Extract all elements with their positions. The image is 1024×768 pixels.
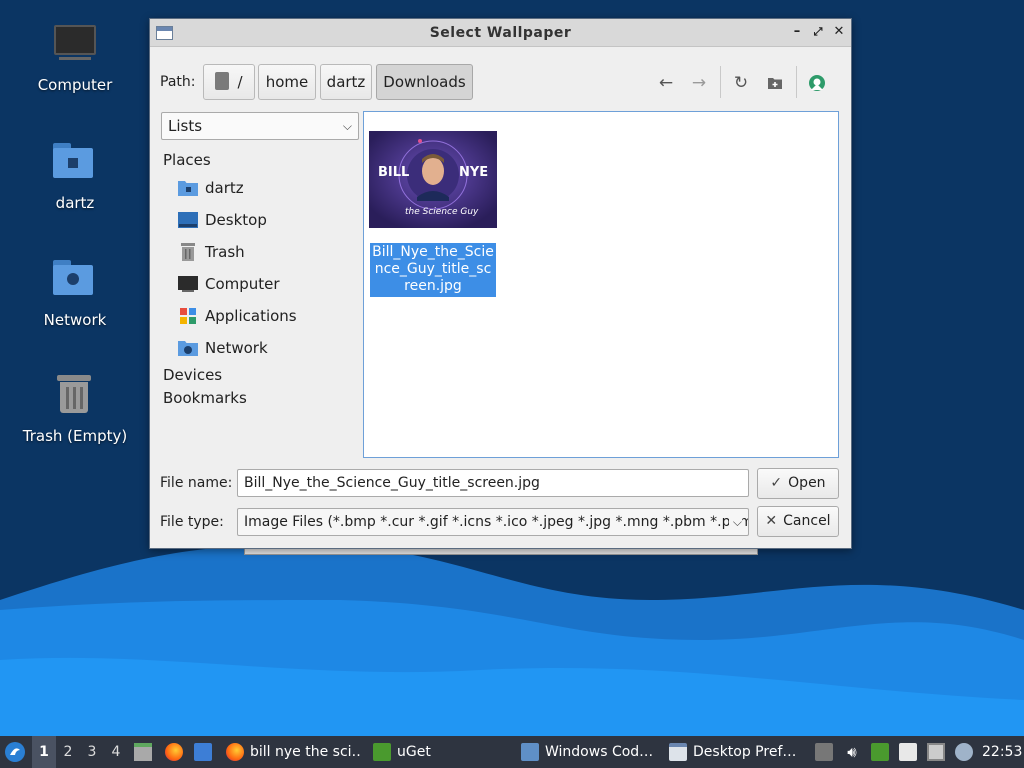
places-sidebar: Places dartz Desktop Trash Computer Appl…: [163, 149, 359, 410]
crumb-dartz[interactable]: dartz: [320, 64, 372, 100]
desktop-icon: [178, 212, 198, 228]
file-name-label[interactable]: Bill_Nye_the_Science_Guy_title_screen.jp…: [370, 243, 496, 297]
crumb-home[interactable]: home: [258, 64, 316, 100]
sidebar-item-desktop[interactable]: Desktop: [163, 204, 359, 236]
sidebar-item-label: Applications: [205, 307, 297, 325]
desktop-icon-label: Trash (Empty): [22, 427, 128, 445]
crumb-root[interactable]: /: [203, 64, 255, 100]
trash-icon: [51, 373, 99, 421]
trash-icon: [181, 243, 195, 261]
preview-icon[interactable]: [806, 72, 828, 94]
dialog-title: Select Wallpaper: [429, 25, 572, 41]
view-mode-select[interactable]: Lists ⌵: [161, 112, 359, 140]
close-icon[interactable]: ✕: [831, 24, 847, 40]
new-folder-icon[interactable]: [764, 72, 786, 94]
clipboard-icon[interactable]: [899, 743, 917, 761]
file-view[interactable]: BILL NYE the Science Guy Bill_Nye_the_Sc…: [363, 111, 839, 458]
file-manager-launcher-icon[interactable]: [134, 743, 152, 761]
sidebar-item-label: Desktop: [205, 211, 267, 229]
sidebar-item-dartz[interactable]: dartz: [163, 172, 359, 204]
desktop-icon-computer[interactable]: Computer: [15, 22, 135, 94]
windows-code-icon: [521, 743, 539, 761]
devices-heading[interactable]: Devices: [163, 364, 359, 387]
sidebar-item-network[interactable]: Network: [163, 332, 359, 364]
thumbnail-subtitle: the Science Guy: [405, 207, 479, 217]
desktop-icon-label: Computer: [37, 76, 113, 94]
minimize-icon[interactable]: –: [789, 24, 805, 40]
chevron-down-icon: ⌵: [728, 509, 742, 535]
workspace-3[interactable]: 3: [80, 736, 104, 768]
file-type-label-text: File type:: [160, 514, 224, 530]
file-name-label-text: File name:: [160, 475, 233, 491]
back-arrow-icon[interactable]: ←: [655, 72, 677, 94]
bookmarks-heading[interactable]: Bookmarks: [163, 387, 359, 410]
taskbar: 1 2 3 4 bill nye the sci… uGet Windows C…: [0, 736, 1024, 768]
computer-icon: [178, 276, 198, 292]
file-type-select[interactable]: Image Files (*.bmp *.cur *.gif *.icns *.…: [237, 508, 749, 536]
dialog-titlebar[interactable]: Select Wallpaper – ⤢ ✕: [150, 19, 851, 47]
maximize-icon[interactable]: ⤢: [810, 24, 826, 40]
uget-tray-icon[interactable]: [871, 743, 889, 761]
drive-icon: [215, 71, 230, 90]
workspace-2[interactable]: 2: [56, 736, 80, 768]
checkmark-icon: ✓: [770, 475, 783, 491]
places-heading[interactable]: Places: [163, 149, 359, 172]
home-folder-icon: [51, 140, 99, 188]
update-notifier-icon[interactable]: [955, 743, 973, 761]
eject-icon[interactable]: [815, 743, 833, 761]
window-icon: [669, 743, 687, 761]
sidebar-item-trash[interactable]: Trash: [163, 236, 359, 268]
cancel-button[interactable]: ✕ Cancel: [757, 506, 839, 537]
thumbnail-title-left: BILL: [378, 165, 410, 180]
firefox-icon: [226, 743, 244, 761]
home-folder-icon: [178, 181, 198, 196]
workspace-4[interactable]: 4: [104, 736, 128, 768]
forward-arrow-icon[interactable]: →: [688, 72, 710, 94]
toolbar-separator: [796, 66, 797, 98]
thumbnail-title-right: NYE: [459, 165, 489, 180]
task-uget[interactable]: uGet: [369, 736, 509, 768]
cancel-x-icon: ✕: [765, 513, 778, 529]
sidebar-item-label: dartz: [205, 179, 244, 197]
desktop-icon-label: Network: [43, 311, 107, 329]
clock[interactable]: 22:53: [982, 736, 1022, 768]
volume-icon[interactable]: 🔊︎: [843, 743, 861, 761]
desktop-icon-trash[interactable]: Trash (Empty): [15, 373, 135, 445]
task-desktop-preferences[interactable]: Desktop Pref…: [665, 736, 805, 768]
path-label: Path:: [160, 74, 196, 90]
sidebar-item-label: Computer: [205, 275, 280, 293]
task-firefox[interactable]: bill nye the sci…: [222, 736, 362, 768]
desktop-icon-network[interactable]: Network: [15, 257, 135, 329]
image-thumbnail[interactable]: BILL NYE the Science Guy: [369, 131, 497, 228]
open-button[interactable]: ✓ Open: [757, 468, 839, 499]
sidebar-item-label: Trash: [205, 243, 245, 261]
firefox-launcher-icon[interactable]: [165, 743, 183, 761]
path-bar: Path: / home dartz Downloads ← → ↻: [150, 64, 853, 104]
start-menu-button[interactable]: [4, 736, 28, 768]
network-tray-icon[interactable]: [927, 743, 945, 761]
select-wallpaper-dialog: Select Wallpaper – ⤢ ✕ Path: / home dart…: [149, 18, 852, 549]
chevron-down-icon: ⌵: [342, 119, 352, 133]
show-desktop-icon[interactable]: [194, 743, 212, 761]
toolbar-separator: [720, 66, 721, 98]
view-mode-value: Lists: [168, 117, 203, 135]
crumb-downloads[interactable]: Downloads: [376, 64, 473, 100]
computer-icon: [51, 22, 99, 70]
sidebar-item-computer[interactable]: Computer: [163, 268, 359, 300]
uget-icon: [373, 743, 391, 761]
desktop-icon-dartz[interactable]: dartz: [15, 140, 135, 212]
workspace-1[interactable]: 1: [32, 736, 56, 768]
network-icon: [178, 341, 198, 356]
sidebar-item-label: Network: [205, 339, 268, 357]
sidebar-item-applications[interactable]: Applications: [163, 300, 359, 332]
applications-icon: [180, 308, 196, 324]
file-name-input[interactable]: Bill_Nye_the_Science_Guy_title_screen.jp…: [237, 469, 749, 497]
desktop-icon-label: dartz: [55, 194, 95, 212]
task-windows-code[interactable]: Windows Cod…: [517, 736, 659, 768]
refresh-icon[interactable]: ↻: [730, 72, 752, 94]
network-folder-icon: [51, 257, 99, 305]
